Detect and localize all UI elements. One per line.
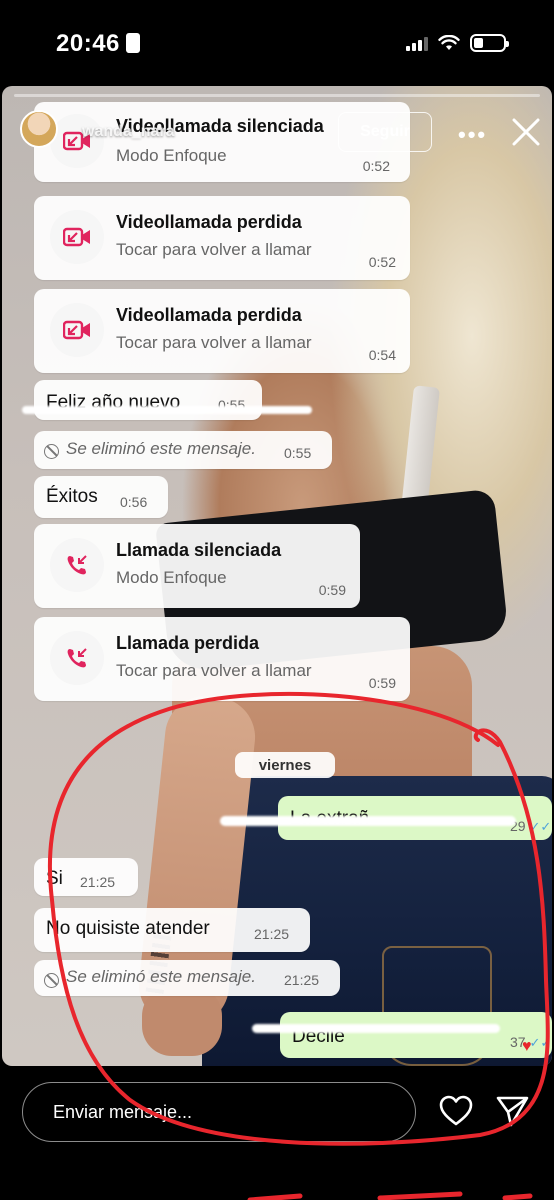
- call-subtitle: Tocar para volver a llamar: [116, 333, 312, 352]
- message-bubble[interactable]: Éxitos 0:56: [34, 476, 168, 518]
- wifi-icon: [438, 35, 460, 50]
- message-time: 0:55: [284, 445, 312, 461]
- missed-video-call-icon: [50, 210, 104, 264]
- message-text: Éxitos: [46, 486, 98, 507]
- redaction-mark: [22, 406, 312, 414]
- avatar[interactable]: [20, 110, 58, 148]
- call-subtitle: Tocar para volver a llamar: [116, 661, 312, 680]
- message-time: 21:25: [284, 972, 320, 988]
- message-time: 0:59: [368, 675, 396, 691]
- call-title: Videollamada perdida: [116, 212, 302, 232]
- message-time: 21:25: [80, 874, 116, 890]
- story-viewer[interactable]: Videollamada silenciada Modo Enfoque 0:5…: [2, 86, 552, 1066]
- call-card[interactable]: Videollamada perdida Tocar para volver a…: [34, 196, 410, 280]
- reply-message-input[interactable]: Enviar mensaje...: [22, 1082, 416, 1142]
- contact-card-icon: [125, 33, 140, 53]
- follow-button[interactable]: Seguir: [338, 112, 432, 152]
- story-header: wanda_nara Seguir •••: [2, 86, 552, 176]
- message-time: 21:25: [254, 926, 290, 942]
- message-bubble[interactable]: No quisiste atender 21:25: [34, 908, 310, 952]
- battery-icon: [470, 34, 509, 52]
- message-bubble[interactable]: Feliz año nuevo 0:55: [34, 380, 262, 420]
- deleted-icon: [44, 444, 59, 459]
- read-ticks-icon: ✓✓: [529, 1035, 552, 1050]
- more-options-icon[interactable]: •••: [458, 122, 487, 148]
- message-time: 0:56: [120, 494, 148, 510]
- redaction-mark: [220, 816, 516, 826]
- missed-call-icon: [50, 631, 104, 685]
- heart-reaction-icon: ♥: [522, 1038, 532, 1055]
- call-title: Llamada silenciada: [116, 540, 282, 560]
- close-icon[interactable]: [508, 114, 544, 150]
- deleted-message-bubble[interactable]: Se eliminó este mensaje. 21:25: [34, 960, 340, 996]
- message-time: 0:54: [368, 347, 396, 363]
- outgoing-message-bubble[interactable]: Decile 37 ✓✓: [280, 1012, 552, 1058]
- deleted-message-bubble[interactable]: Se eliminó este mensaje. 0:55: [34, 431, 332, 469]
- message-text: No quisiste atender: [46, 918, 210, 939]
- missed-video-call-icon: [50, 303, 104, 357]
- message-text: Se eliminó este mensaje.: [66, 439, 256, 458]
- deleted-icon: [44, 973, 59, 988]
- call-subtitle: Tocar para volver a llamar: [116, 240, 312, 259]
- message-time: 0:59: [318, 582, 346, 598]
- date-separator: viernes: [235, 752, 335, 778]
- call-title: Videollamada perdida: [116, 305, 302, 325]
- message-time: 29 ✓✓: [510, 818, 552, 834]
- message-bubble[interactable]: Si 21:25: [34, 858, 138, 896]
- call-title: Llamada perdida: [116, 633, 260, 653]
- call-card[interactable]: Llamada perdida Tocar para volver a llam…: [34, 617, 410, 701]
- call-subtitle: Modo Enfoque: [116, 568, 227, 587]
- story-username[interactable]: wanda_nara: [82, 123, 174, 141]
- cellular-signal-icon: [406, 35, 428, 51]
- call-card[interactable]: Llamada silenciada Modo Enfoque 0:59: [34, 524, 360, 608]
- missed-call-icon: [50, 538, 104, 592]
- message-text: Se eliminó este mensaje.: [66, 967, 256, 986]
- status-time: 20:46: [56, 30, 140, 58]
- send-direct-icon[interactable]: [494, 1093, 530, 1129]
- call-card[interactable]: Videollamada perdida Tocar para volver a…: [34, 289, 410, 373]
- message-text: Si: [46, 868, 63, 889]
- status-bar: 20:46: [0, 0, 554, 86]
- read-ticks-icon: ✓✓: [529, 819, 552, 834]
- redaction-mark: [252, 1024, 500, 1033]
- background-photo-hand: [142, 986, 222, 1056]
- like-heart-icon[interactable]: [438, 1093, 474, 1129]
- reply-placeholder: Enviar mensaje...: [53, 1102, 193, 1122]
- message-time: 0:52: [368, 254, 396, 270]
